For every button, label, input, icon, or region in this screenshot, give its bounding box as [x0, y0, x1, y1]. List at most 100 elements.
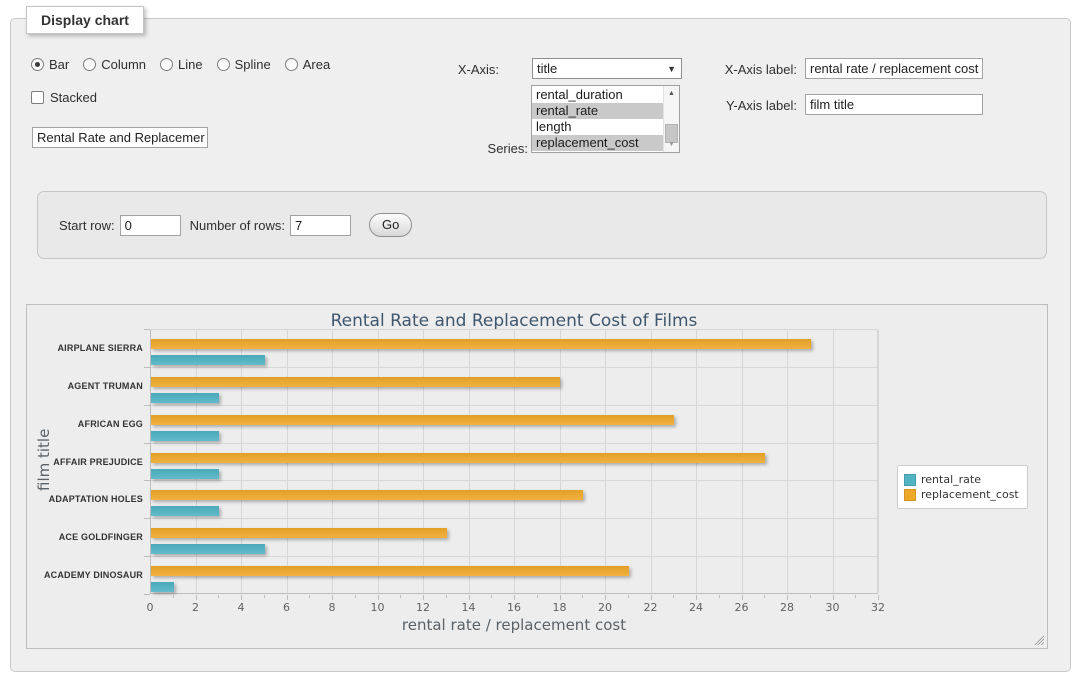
x-axis-tick-mark — [764, 595, 765, 598]
x-axis-tick-mark — [400, 595, 401, 598]
chart-type-label: Bar — [49, 57, 69, 72]
x-axis-tick-mark — [332, 595, 333, 600]
y-axis-label-input[interactable]: film title — [805, 94, 983, 115]
series-option-replacement_cost[interactable]: replacement_cost — [532, 135, 663, 151]
x-axis-tick-mark — [787, 595, 788, 600]
x-axis-tick-mark — [423, 595, 424, 600]
bar-rental_rate[interactable] — [151, 355, 265, 365]
x-axis-tick-mark — [378, 595, 379, 600]
gridline-vertical — [833, 330, 834, 593]
chart-type-label: Area — [303, 57, 330, 72]
x-axis-tick-mark — [810, 595, 811, 598]
bar-replacement_cost[interactable] — [151, 339, 811, 349]
scrollbar-down-arrow-icon[interactable]: ▼ — [664, 137, 679, 152]
x-axis-tick-mark — [514, 595, 515, 600]
y-axis-label-field-label: Y-Axis label: — [661, 98, 797, 113]
y-axis-tick-mark — [144, 405, 150, 406]
x-axis-tick-label: 24 — [689, 601, 703, 614]
x-axis-tick-mark — [469, 595, 470, 600]
x-axis-tick-mark — [264, 595, 265, 598]
chart-type-radio-spline[interactable]: Spline — [217, 57, 271, 72]
x-axis-tick-label: 8 — [329, 601, 336, 614]
x-axis-label-input[interactable]: rental rate / replacement cost — [805, 58, 983, 79]
series-listbox[interactable]: rental_durationrental_ratelengthreplacem… — [531, 85, 680, 153]
bar-replacement_cost[interactable] — [151, 490, 583, 500]
x-axis-tick-mark — [218, 595, 219, 598]
bar-rental_rate[interactable] — [151, 582, 174, 592]
chart-container: Rental Rate and Replacement Cost of Film… — [26, 304, 1048, 649]
gridline-vertical — [787, 330, 788, 593]
radio-button-icon[interactable] — [31, 58, 44, 71]
display-chart-fieldset: Display chart BarColumnLineSplineArea St… — [10, 18, 1071, 672]
x-axis-tick-label: 22 — [644, 601, 658, 614]
x-axis-tick-label: 12 — [416, 601, 430, 614]
listbox-scrollbar[interactable]: ▲ ▼ — [663, 86, 679, 152]
chart-type-radio-bar[interactable]: Bar — [31, 57, 69, 72]
stacked-checkbox[interactable] — [31, 91, 44, 104]
radio-button-icon[interactable] — [217, 58, 230, 71]
x-axis-tick-mark — [833, 595, 834, 600]
y-axis-tick-mark — [144, 556, 150, 557]
bar-rental_rate[interactable] — [151, 431, 219, 441]
num-rows-input[interactable]: 7 — [290, 215, 351, 236]
series-listbox-label: Series: — [431, 141, 528, 156]
chart-legend: rental_rate replacement_cost — [897, 465, 1028, 509]
x-axis-select[interactable]: title ▼ — [532, 58, 682, 79]
x-axis-selected-value: title — [537, 61, 557, 76]
legend-item-label: replacement_cost — [921, 488, 1019, 501]
radio-button-icon[interactable] — [160, 58, 173, 71]
legend-swatch-icon — [904, 474, 916, 486]
chart-type-radio-line[interactable]: Line — [160, 57, 203, 72]
chart-type-radio-column[interactable]: Column — [83, 57, 146, 72]
radio-button-icon[interactable] — [285, 58, 298, 71]
bar-rental_rate[interactable] — [151, 469, 219, 479]
bar-rental_rate[interactable] — [151, 506, 219, 516]
radio-button-icon[interactable] — [83, 58, 96, 71]
chart-title-input[interactable]: Rental Rate and Replacemer — [32, 127, 208, 148]
series-options: rental_durationrental_ratelengthreplacem… — [532, 87, 663, 151]
bar-rental_rate[interactable] — [151, 544, 265, 554]
x-axis-tick-mark — [355, 595, 356, 598]
stacked-checkbox-row[interactable]: Stacked — [31, 90, 97, 105]
x-axis-tick-label: 20 — [598, 601, 612, 614]
legend-item-replacement_cost[interactable]: replacement_cost — [904, 488, 1019, 501]
x-axis-tick-mark — [287, 595, 288, 600]
x-axis-tick-label: 18 — [553, 601, 567, 614]
series-option-length[interactable]: length — [532, 119, 663, 135]
x-axis-tick-label: 28 — [780, 601, 794, 614]
category-label: ADAPTATION HOLES — [27, 494, 143, 504]
fieldset-legend: Display chart — [26, 6, 144, 34]
x-axis-tick-label: 10 — [371, 601, 385, 614]
x-axis-tick-mark — [173, 595, 174, 598]
resize-handle-icon[interactable] — [1033, 634, 1044, 645]
x-axis-label-field-label: X-Axis label: — [661, 62, 797, 77]
series-option-rental_duration[interactable]: rental_duration — [532, 87, 663, 103]
x-axis-tick-mark — [673, 595, 674, 598]
bar-replacement_cost[interactable] — [151, 566, 629, 576]
y-axis-tick-mark — [144, 518, 150, 519]
y-axis-tick-mark — [144, 480, 150, 481]
x-axis-tick-mark — [196, 595, 197, 600]
bar-replacement_cost[interactable] — [151, 528, 447, 538]
bar-replacement_cost[interactable] — [151, 415, 674, 425]
chart-type-radio-area[interactable]: Area — [285, 57, 330, 72]
x-axis-tick-label: 0 — [147, 601, 154, 614]
x-axis-tick-label: 32 — [871, 601, 885, 614]
go-button[interactable]: Go — [369, 213, 412, 237]
legend-item-rental_rate[interactable]: rental_rate — [904, 473, 1019, 486]
bar-replacement_cost[interactable] — [151, 453, 765, 463]
chart-x-axis-title: rental rate / replacement cost — [150, 616, 878, 634]
gridline-horizontal — [151, 518, 877, 519]
x-axis-tick-label: 16 — [507, 601, 521, 614]
category-label: AFRICAN EGG — [27, 419, 143, 429]
gridline-horizontal — [151, 480, 877, 481]
x-axis-tick-label: 2 — [192, 601, 199, 614]
start-row-input[interactable]: 0 — [120, 215, 181, 236]
bar-rental_rate[interactable] — [151, 393, 219, 403]
series-option-rental_rate[interactable]: rental_rate — [532, 103, 663, 119]
x-axis-tick-mark — [537, 595, 538, 598]
x-axis-tick-mark — [878, 595, 879, 600]
x-axis-tick-mark — [582, 595, 583, 598]
y-axis-tick-mark — [144, 443, 150, 444]
bar-replacement_cost[interactable] — [151, 377, 560, 387]
